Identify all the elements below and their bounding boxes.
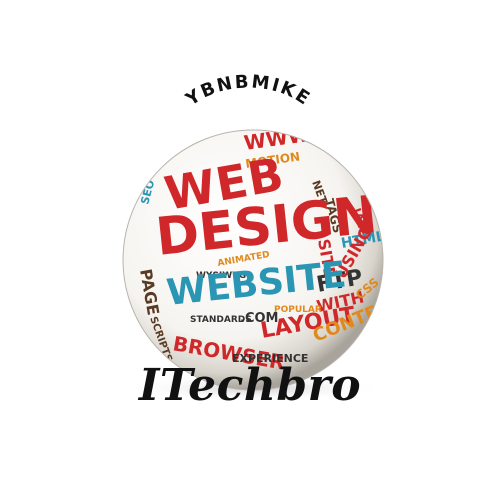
arc-text: YBNBMIKE	[181, 71, 314, 110]
brand-title: ITechbro	[138, 360, 362, 411]
logo-artwork: YBNBMIKE HTTPS WWW WEB MOTION NET TAGS S…	[122, 71, 385, 402]
logo-canvas: YBNBMIKE HTTPS WWW WEB MOTION NET TAGS S…	[0, 0, 500, 500]
